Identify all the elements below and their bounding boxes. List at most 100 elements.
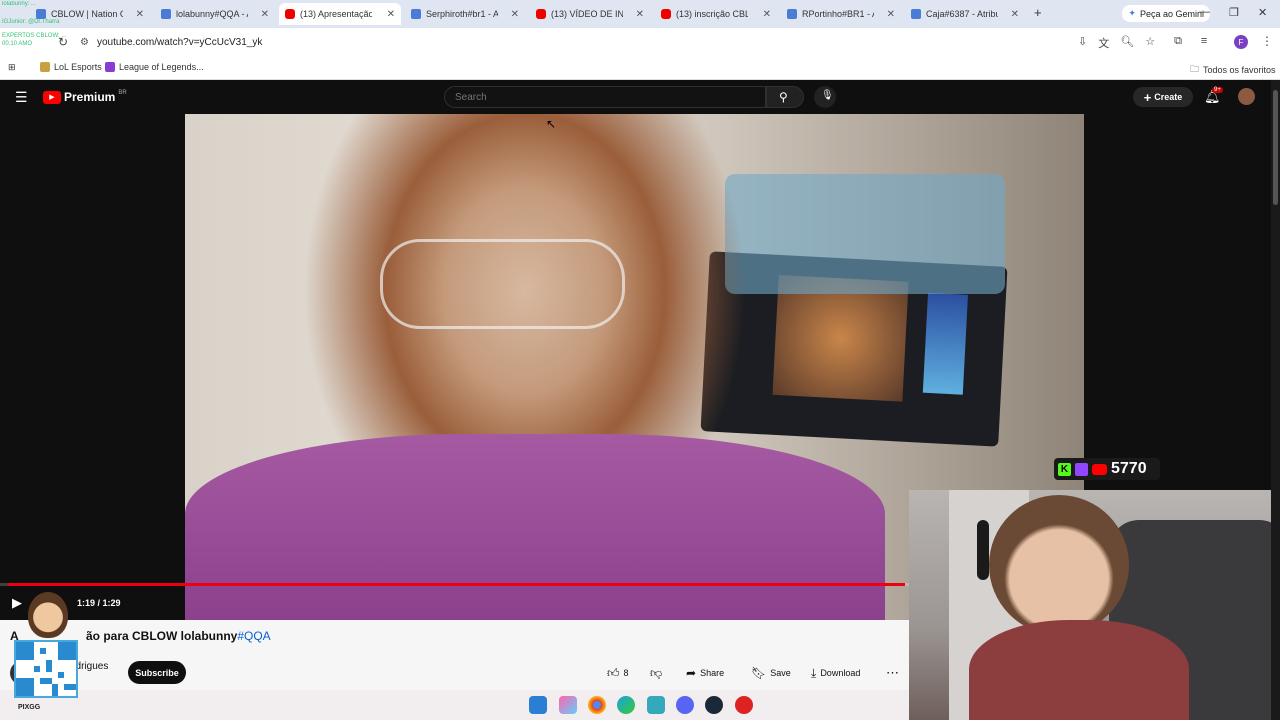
doc-icon xyxy=(911,9,921,19)
close-icon[interactable]: ✕ xyxy=(636,9,644,20)
extensions-icon[interactable]: ⧉ xyxy=(1174,35,1182,51)
maximize-icon[interactable]: ❐ xyxy=(1229,6,1239,19)
windows-start-icon[interactable] xyxy=(529,696,547,714)
folder-icon: 🗀 xyxy=(1190,64,1200,74)
bookmark-label: League of Legends... xyxy=(119,62,204,72)
thumbs-down-icon: 👎︎ xyxy=(650,665,663,680)
all-bookmarks[interactable]: 🗀 Todos os favoritos xyxy=(1190,62,1276,78)
tab-title: Serphiroth#br1 - Atri xyxy=(426,9,498,19)
bookmarks-bar: ⊞ LoL Esports League of Legends... 🗀 Tod… xyxy=(0,56,1280,80)
chrome-icon[interactable] xyxy=(588,696,606,714)
youtube-play-icon: ▶ xyxy=(43,90,61,104)
media-icon[interactable]: ≡ xyxy=(1201,35,1207,51)
close-icon[interactable]: ✕ xyxy=(387,9,395,20)
browser-tab-strip: CBLOW | Nation GG ✕ lolabunny#QQA - Atri… xyxy=(0,0,1280,28)
like-button[interactable]: 👍︎ 8 xyxy=(607,664,629,682)
doc-icon xyxy=(161,9,171,19)
tab-8[interactable]: Caja#6387 - Atributo ✕ xyxy=(905,3,1025,25)
play-button[interactable]: ▶ xyxy=(12,595,22,611)
download-icon: ⤓ xyxy=(811,665,817,680)
save-button[interactable]: 🔖︎ Save xyxy=(751,664,791,682)
region-code: BR xyxy=(118,89,127,96)
chat-line: EXPERTOS CBLOW: ... xyxy=(2,33,67,39)
logo-text: Premium xyxy=(64,90,116,104)
discord-icon[interactable] xyxy=(676,696,694,714)
gemini-button[interactable]: ✦ Peça ao Gemini xyxy=(1122,5,1210,22)
qr-code-pattern xyxy=(16,642,76,696)
share-button[interactable]: ➦ Share xyxy=(686,664,724,682)
red-shirt xyxy=(969,620,1189,720)
hamburger-menu-icon[interactable]: ☰ xyxy=(15,89,28,106)
thumbs-up-icon: 👍︎ xyxy=(607,665,620,680)
mic-icon: 🎙︎ xyxy=(821,90,834,101)
install-icon[interactable]: ⇩ xyxy=(1078,35,1087,51)
notification-badge: 9+ xyxy=(1212,87,1223,93)
youtube-icon xyxy=(536,9,546,19)
voice-search-button[interactable]: 🎙︎ xyxy=(814,86,836,108)
copilot-icon[interactable] xyxy=(559,696,577,714)
twitch-icon xyxy=(1075,462,1088,476)
tab-4[interactable]: Serphiroth#br1 - Atri ✕ xyxy=(405,3,525,25)
hashtag-link[interactable]: #QQA xyxy=(237,629,270,643)
create-button[interactable]: + Create xyxy=(1133,87,1193,107)
tab-7[interactable]: RPortinho#BR1 - Atri ✕ xyxy=(781,3,901,25)
profile-avatar[interactable]: F xyxy=(1234,35,1248,49)
gemini-label: Peça ao Gemini xyxy=(1139,8,1204,19)
all-bookmarks-label: Todos os favoritos xyxy=(1203,65,1276,75)
pix-label: PIXGG xyxy=(18,704,41,711)
translate-icon[interactable]: 文 xyxy=(1098,35,1109,51)
close-window-icon[interactable]: ✕ xyxy=(1258,6,1267,19)
youtube-icon xyxy=(1092,463,1107,475)
chat-line: lolabunny: ... xyxy=(2,1,37,7)
tab-title: Caja#6387 - Atributo xyxy=(926,9,998,19)
video-title: ão para CBLOW lolabunny#QQA xyxy=(86,629,271,643)
steam-icon[interactable] xyxy=(705,696,723,714)
streamer-avatar-sticker xyxy=(28,592,68,638)
kick-icon: K xyxy=(1058,462,1071,476)
close-icon[interactable]: ✕ xyxy=(763,9,771,20)
menu-kebab-icon[interactable]: ⋮ xyxy=(1261,34,1273,48)
download-button[interactable]: ⤓ Download xyxy=(811,664,860,682)
dislike-button[interactable]: 👎︎ xyxy=(650,664,662,682)
subscribe-button[interactable]: Subscribe xyxy=(128,661,186,684)
sparkle-icon: ✦ xyxy=(1128,8,1136,18)
qr-code xyxy=(14,640,78,698)
edge-icon[interactable] xyxy=(617,696,635,714)
doc-icon xyxy=(411,9,421,19)
minimize-icon[interactable]: — xyxy=(1199,6,1210,18)
search-button[interactable]: ⚲ xyxy=(766,86,804,108)
tab-6[interactable]: (13) inscrição CBLOW ✕ xyxy=(655,3,777,25)
more-actions-icon[interactable]: ⋯ xyxy=(886,664,899,682)
close-icon[interactable]: ✕ xyxy=(887,9,895,20)
plus-icon: + xyxy=(1143,89,1152,105)
search-input[interactable] xyxy=(444,86,766,108)
time-display: 1:19 / 1:29 xyxy=(77,598,121,608)
tab-title: lolabunny#QQA - Atri xyxy=(176,9,248,19)
new-tab-button[interactable]: + xyxy=(1034,5,1042,20)
share-label: Share xyxy=(700,668,725,678)
app-icon[interactable] xyxy=(647,696,665,714)
star-icon[interactable]: ☆ xyxy=(1145,35,1155,51)
bookmark-icon: 🔖︎ xyxy=(751,666,767,680)
zoom-icon[interactable]: 🔍︎ xyxy=(1120,35,1134,51)
user-avatar[interactable] xyxy=(1238,88,1255,105)
youtube-premium-logo[interactable]: ▶ Premium BR xyxy=(43,90,127,104)
bookmark-label: LoL Esports xyxy=(54,62,102,72)
close-icon[interactable]: ✕ xyxy=(1011,9,1019,20)
tab-title: (13) inscrição CBLOW xyxy=(676,9,748,19)
rank-emblem-image xyxy=(922,292,968,395)
bookmark-league-of-legends[interactable]: League of Legends... xyxy=(105,62,204,72)
search-icon: ⚲ xyxy=(779,90,788,104)
headphones xyxy=(977,520,989,580)
apps-grid-icon[interactable]: ⊞ xyxy=(8,62,16,73)
bookmark-lol-esports[interactable]: LoL Esports xyxy=(40,62,102,72)
glasses xyxy=(380,239,625,329)
tab-2[interactable]: lolabunny#QQA - Atri ✕ xyxy=(155,3,275,25)
tab-5[interactable]: (13) VÍDEO DE INSCRI ✕ xyxy=(530,3,650,25)
address-bar[interactable]: ⚙ youtube.com/watch?v=yCcUcV31_yk xyxy=(80,33,1070,51)
tab-active[interactable]: (13) Apresentação pa ✕ xyxy=(279,3,401,25)
scrollbar-thumb[interactable] xyxy=(1273,90,1278,205)
close-icon[interactable]: ✕ xyxy=(261,9,269,20)
close-icon[interactable]: ✕ xyxy=(511,9,519,20)
riot-client-icon[interactable] xyxy=(735,696,753,714)
